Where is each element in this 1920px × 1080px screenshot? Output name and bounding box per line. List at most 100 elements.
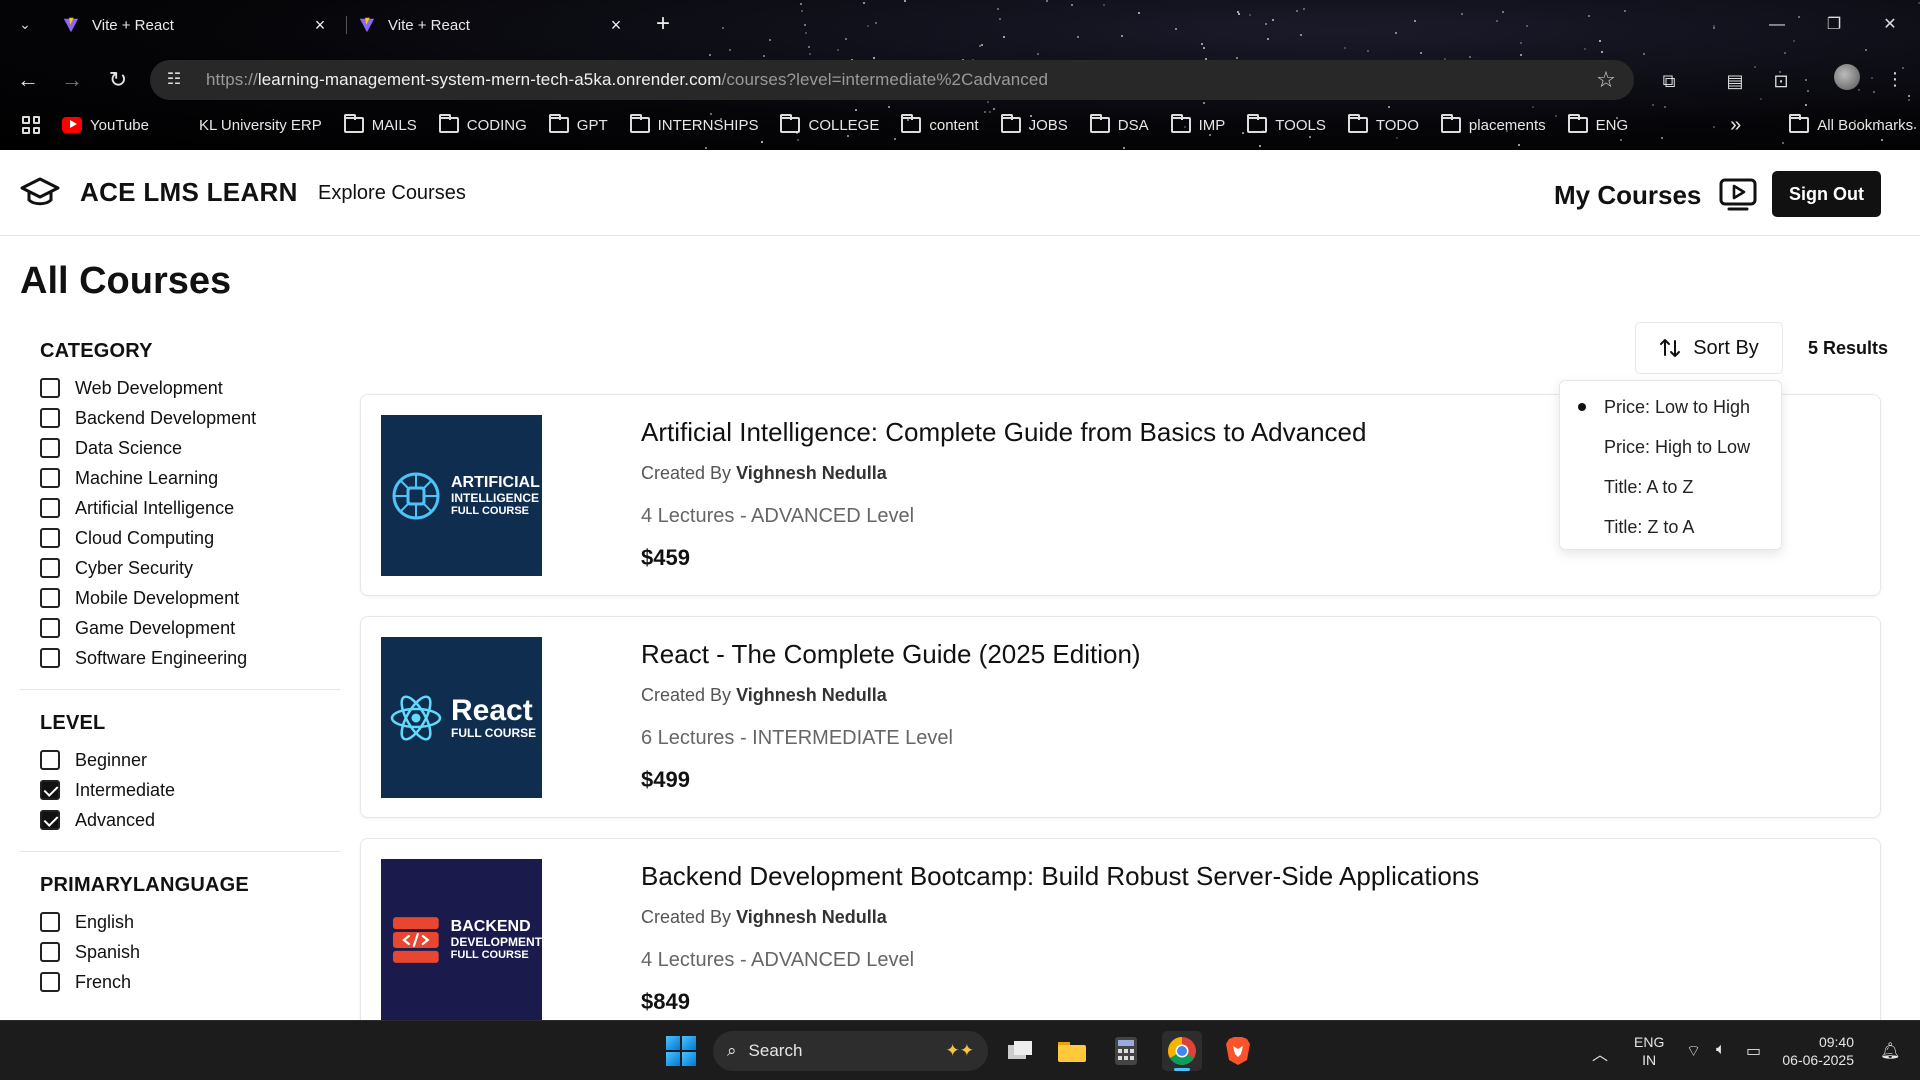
browser-tab[interactable]: Vite + React × (346, 8, 638, 42)
menu-kebab-icon[interactable]: ⋮ (1880, 64, 1910, 94)
bookmark-gpt[interactable]: GPT (548, 114, 608, 134)
notification-bell-icon[interactable]: 🔔︎ (1880, 1041, 1900, 1061)
file-explorer-icon[interactable] (1052, 1031, 1092, 1071)
course-title[interactable]: Artificial Intelligence: Complete Guide … (641, 417, 1366, 448)
apps-grid-icon[interactable] (22, 116, 40, 134)
chrome-browser-icon[interactable] (1162, 1031, 1202, 1071)
bookmark-placements[interactable]: placements (1440, 114, 1546, 134)
sort-option[interactable]: Price: Low to High (1560, 387, 1781, 427)
taskbar-search-box[interactable]: ⌕ Search ✦✦ (713, 1031, 988, 1071)
filter-option[interactable]: Intermediate (40, 775, 340, 805)
bookmarks-overflow-icon[interactable]: » (1730, 114, 1741, 137)
close-window-icon[interactable]: ✕ (1870, 10, 1910, 40)
checkbox[interactable] (40, 438, 60, 458)
checkbox[interactable] (40, 468, 60, 488)
extensions-icon[interactable]: ⧉ (1654, 66, 1684, 96)
bookmark-todo[interactable]: TODO (1347, 114, 1419, 134)
course-thumbnail[interactable]: React FULL COURSE (381, 637, 542, 798)
input-language[interactable]: ENG IN (1634, 1033, 1664, 1069)
filter-option[interactable]: Web Development (40, 373, 340, 403)
bookmark-college[interactable]: COLLEGE (780, 114, 879, 134)
filter-option[interactable]: Software Engineering (40, 643, 340, 673)
bookmark-dsa[interactable]: DSA (1089, 114, 1149, 134)
checkbox[interactable] (40, 588, 60, 608)
brand[interactable]: ACE LMS LEARN (20, 176, 298, 208)
brave-browser-icon[interactable] (1218, 1031, 1258, 1071)
task-view-icon[interactable] (1000, 1031, 1040, 1071)
checkbox[interactable] (40, 750, 60, 770)
filter-option[interactable]: Advanced (40, 805, 340, 835)
bookmark-tools[interactable]: TOOLS (1247, 114, 1326, 134)
bookmark-star-icon[interactable]: ☆ (1592, 66, 1620, 94)
checkbox[interactable] (40, 618, 60, 638)
sort-option[interactable]: Title: A to Z (1560, 467, 1781, 507)
checkbox[interactable] (40, 528, 60, 548)
filter-option[interactable]: Machine Learning (40, 463, 340, 493)
reading-list-icon[interactable]: ▤ (1720, 66, 1750, 96)
filter-option[interactable]: Beginner (40, 745, 340, 775)
checkbox[interactable] (40, 378, 60, 398)
address-bar[interactable]: ☷ https://learning-management-system-mer… (150, 60, 1634, 100)
new-tab-button[interactable]: + (650, 12, 676, 38)
filter-option[interactable]: Mobile Development (40, 583, 340, 613)
reload-icon[interactable]: ↻ (104, 66, 132, 94)
browser-tab[interactable]: Vite + React × (50, 8, 342, 42)
windows-start-icon[interactable] (666, 1036, 696, 1066)
back-arrow-icon[interactable]: ← (14, 66, 42, 94)
minimize-icon[interactable]: — (1757, 10, 1797, 40)
show-hidden-icons-chevron-icon[interactable]: ︿ (1592, 1041, 1608, 1065)
checkbox[interactable] (40, 780, 60, 800)
screenshot-icon[interactable]: ⊡ (1766, 66, 1796, 96)
close-tab-icon[interactable]: × (310, 15, 330, 35)
bookmark-coding[interactable]: CODING (438, 114, 527, 134)
battery-icon[interactable]: ▭ (1746, 1041, 1761, 1061)
filter-option[interactable]: English (40, 907, 340, 937)
forward-arrow-icon[interactable]: → (58, 66, 86, 94)
filter-option[interactable]: Cloud Computing (40, 523, 340, 553)
filter-option[interactable]: Data Science (40, 433, 340, 463)
all-bookmarks-folder[interactable]: All Bookmarks (1789, 114, 1913, 134)
my-courses-link[interactable]: My Courses (1554, 178, 1757, 212)
url-text[interactable]: https://learning-management-system-mern-… (206, 70, 1048, 90)
site-info-icon[interactable]: ☷ (160, 66, 188, 94)
sort-option[interactable]: Price: High to Low (1560, 427, 1781, 467)
close-tab-icon[interactable]: × (606, 15, 626, 35)
explore-courses-link[interactable]: Explore Courses (318, 182, 466, 205)
filter-option[interactable]: Backend Development (40, 403, 340, 433)
course-thumbnail[interactable]: BACKEND DEVELOPMENT FULL COURSE (381, 859, 542, 1020)
wifi-icon[interactable]: ⌔ (1686, 1041, 1701, 1061)
course-card[interactable]: BACKEND DEVELOPMENT FULL COURSE Backend Dev… (360, 838, 1881, 1020)
restore-icon[interactable]: ❐ (1814, 10, 1854, 40)
course-card[interactable]: React FULL COURSE React - The Complete Gui… (360, 616, 1881, 818)
bookmark-imp[interactable]: IMP (1170, 114, 1225, 134)
checkbox[interactable] (40, 942, 60, 962)
sign-out-button[interactable]: Sign Out (1772, 171, 1881, 217)
checkbox[interactable] (40, 810, 60, 830)
checkbox[interactable] (40, 648, 60, 668)
sort-option[interactable]: Title: Z to A (1560, 507, 1781, 547)
filter-option[interactable]: Cyber Security (40, 553, 340, 583)
sort-by-button[interactable]: Sort By (1635, 322, 1783, 374)
checkbox[interactable] (40, 558, 60, 578)
volume-icon[interactable]: 🔈︎ (1716, 1041, 1726, 1059)
course-thumbnail[interactable]: ARTIFICIAL INTELLIGENCE FULL COURSE (381, 415, 542, 576)
course-title[interactable]: React - The Complete Guide (2025 Edition… (641, 639, 1141, 670)
bookmark-content[interactable]: content (901, 114, 979, 134)
bookmark-jobs[interactable]: JOBS (1000, 114, 1068, 134)
bookmark-eng[interactable]: ENG (1567, 114, 1628, 134)
filter-option[interactable]: French (40, 967, 340, 997)
bookmark-internships[interactable]: INTERNSHIPS (629, 114, 758, 134)
checkbox[interactable] (40, 972, 60, 992)
profile-avatar[interactable] (1834, 64, 1860, 90)
bookmark-mails[interactable]: MAILS (343, 114, 417, 134)
filter-option[interactable]: Artificial Intelligence (40, 493, 340, 523)
filter-option[interactable]: Spanish (40, 937, 340, 967)
clock[interactable]: 09:40 06-06-2025 (1782, 1033, 1854, 1069)
filter-option[interactable]: Game Development (40, 613, 340, 643)
checkbox[interactable] (40, 408, 60, 428)
checkbox[interactable] (40, 498, 60, 518)
tab-search-chevron-icon[interactable]: ⌄ (14, 13, 36, 35)
course-title[interactable]: Backend Development Bootcamp: Build Robu… (641, 861, 1479, 892)
bookmark-kl-university-erp[interactable]: KL University ERP (171, 117, 322, 134)
checkbox[interactable] (40, 912, 60, 932)
